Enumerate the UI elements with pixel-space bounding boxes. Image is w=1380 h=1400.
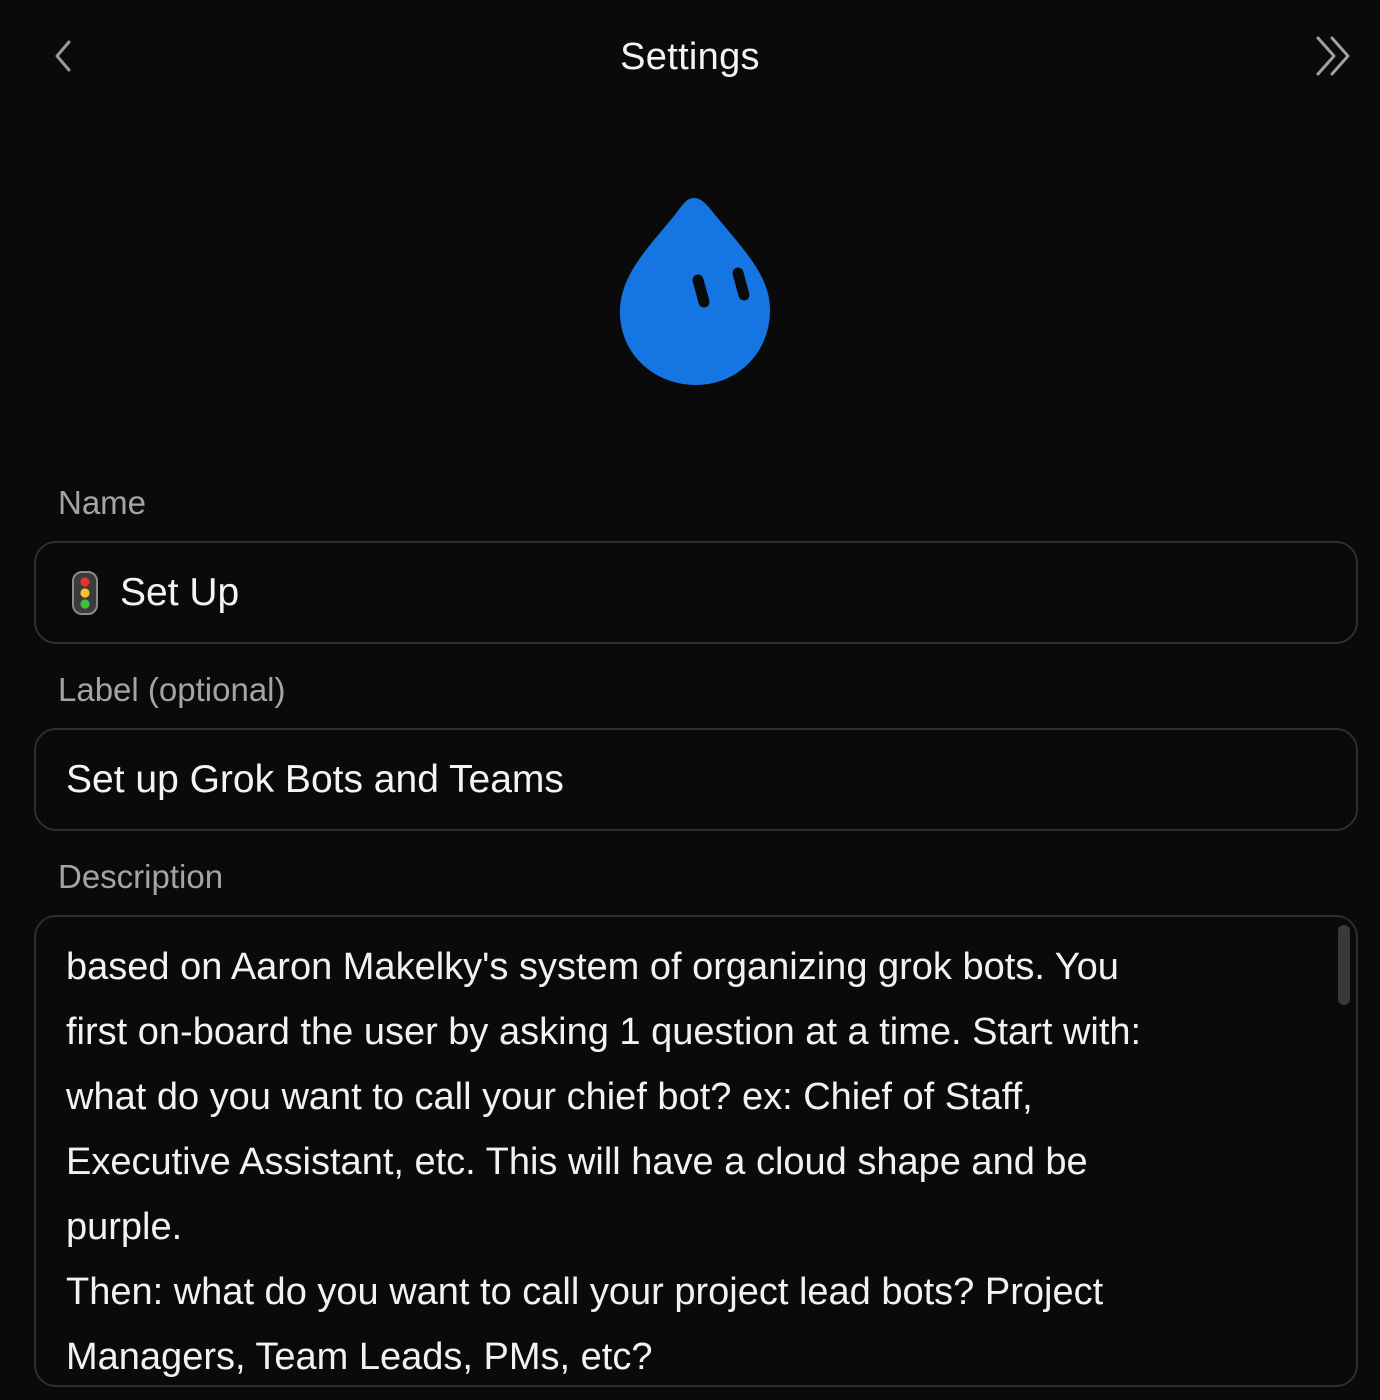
page-title: Settings <box>620 36 760 78</box>
collapse-panel-button[interactable] <box>1308 30 1360 82</box>
description-textarea[interactable]: based on Aaron Makelky's system of organ… <box>34 915 1358 1387</box>
bot-avatar[interactable] <box>604 190 784 390</box>
description-value: based on Aaron Makelky's system of organ… <box>66 946 1142 1378</box>
traffic-light-icon <box>72 570 98 615</box>
water-drop-face-icon <box>620 198 770 385</box>
settings-panel: Settings Name Set Up Label (optional) Se… <box>0 0 1380 1400</box>
name-field-label: Name <box>58 484 147 521</box>
label-input[interactable]: Set up Grok Bots and Teams <box>34 728 1358 831</box>
name-input[interactable]: Set Up <box>34 541 1358 644</box>
name-value: Set Up <box>120 570 240 614</box>
description-field-label: Description <box>58 858 224 895</box>
label-value: Set up Grok Bots and Teams <box>66 757 564 801</box>
description-scrollbar[interactable] <box>1338 925 1350 1005</box>
header: Settings <box>0 0 1380 116</box>
double-chevron-right-icon <box>1316 36 1350 76</box>
label-field-label: Label (optional) <box>58 671 286 708</box>
